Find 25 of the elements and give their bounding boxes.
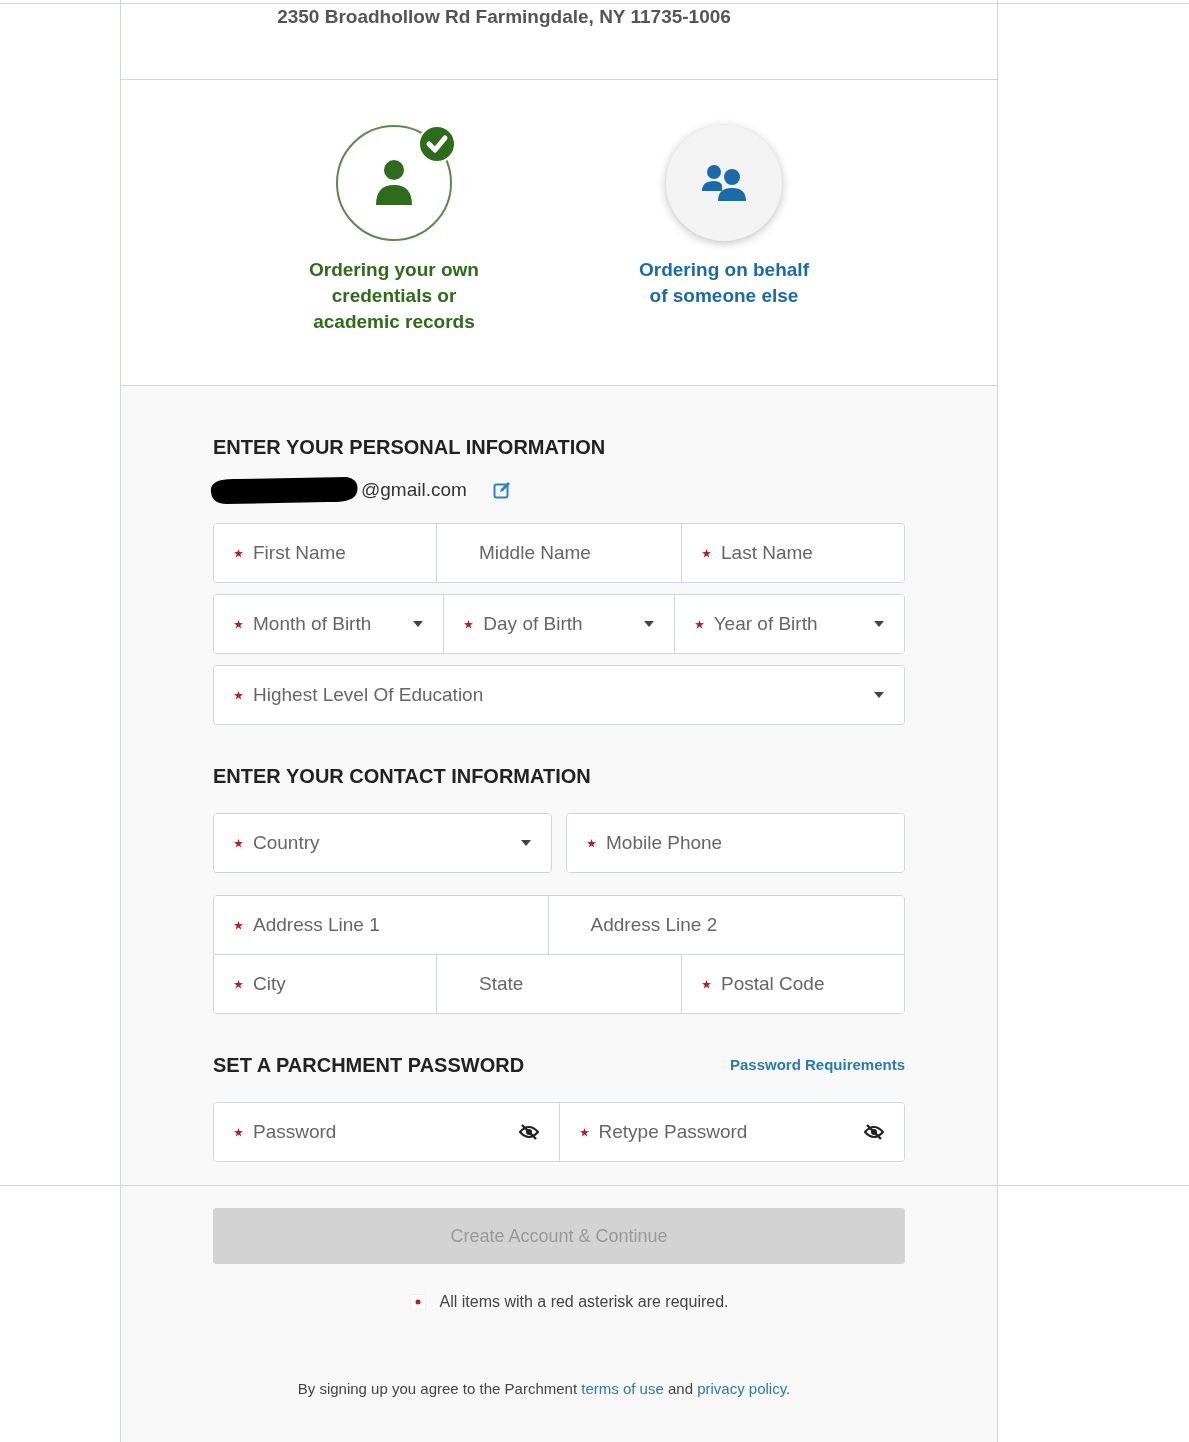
- select-field[interactable]: Country: [214, 814, 551, 872]
- input-field[interactable]: Postal Code: [681, 955, 904, 1013]
- people-icon: [700, 163, 748, 203]
- legal-link[interactable]: privacy policy: [697, 1380, 787, 1397]
- input-field[interactable]: Mobile Phone: [567, 814, 904, 872]
- legal-link[interactable]: terms of use: [581, 1380, 664, 1397]
- required-note: All items with a red asterisk are required.: [439, 1292, 729, 1312]
- section-heading: ENTER YOUR PERSONAL INFORMATION: [213, 435, 607, 460]
- section-heading: SET A PARCHMENT PASSWORD: [213, 1053, 525, 1078]
- caret-icon: [521, 840, 531, 846]
- option-label[interactable]: Ordering your own credentials or academic records: [304, 257, 484, 335]
- email-text: @gmail.com: [361, 477, 467, 502]
- required-asterisk-icon: [409, 1294, 426, 1310]
- option-card[interactable]: [666, 125, 782, 241]
- section-heading: ENTER YOUR CONTACT INFORMATION: [213, 764, 592, 789]
- person-icon: [374, 159, 414, 207]
- password-requirements-link[interactable]: Password Requirements: [729, 1053, 905, 1077]
- caret-icon: [874, 692, 884, 698]
- option-label[interactable]: Ordering on behalf of someone else: [634, 257, 814, 309]
- address-text: 2350 Broadhollow Rd Farmingdale, NY 11735-1006: [277, 6, 731, 29]
- select-field[interactable]: Highest Level Of Education: [214, 666, 904, 724]
- check-badge-icon: [418, 125, 456, 163]
- edit-icon[interactable]: [492, 481, 511, 499]
- legal-text: By signing up you agree to the Parchment terms of use and privacy policy.: [296, 1379, 792, 1399]
- input-field[interactable]: Address Line 2: [547, 896, 904, 954]
